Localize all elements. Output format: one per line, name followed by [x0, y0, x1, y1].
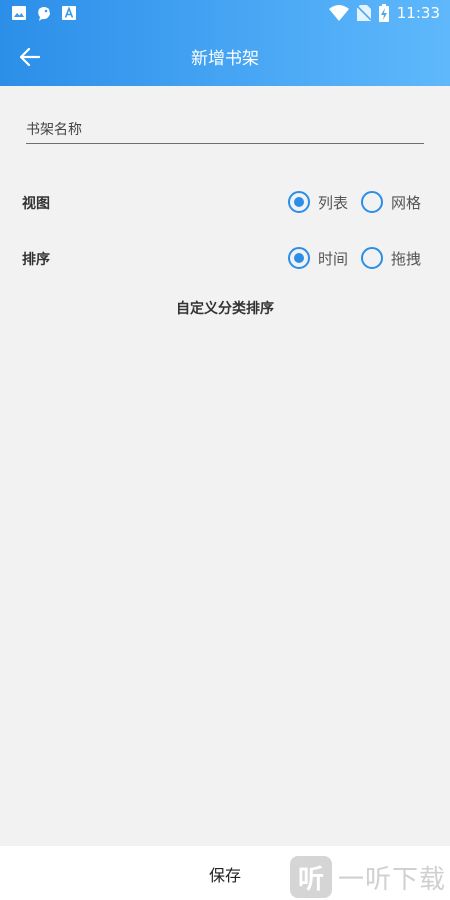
radio-unchecked-icon — [361, 191, 383, 213]
radio-label: 时间 — [318, 249, 349, 268]
custom-sort-button[interactable]: 自定义分类排序 — [0, 298, 450, 318]
status-bar: 11:33 — [0, 0, 450, 28]
watermark-logo: 听 — [290, 856, 332, 898]
wifi-icon — [328, 5, 349, 21]
sort-label: 排序 — [22, 252, 50, 268]
no-sim-icon — [356, 5, 371, 21]
header: 11:33 新增书架 — [0, 0, 450, 86]
status-right-icons: 11:33 — [328, 4, 440, 22]
battery-charging-icon — [378, 4, 389, 22]
radio-view-list[interactable]: 列表 — [288, 191, 348, 213]
view-row: 视图 列表 网格 — [0, 187, 450, 217]
watermark-text: 一听下载 — [338, 864, 447, 895]
cloud-bird-icon — [38, 7, 50, 21]
radio-checked-icon — [288, 191, 310, 213]
watermark: 听 一听下载 — [290, 856, 446, 898]
radio-view-grid[interactable]: 网格 — [361, 191, 421, 213]
status-time: 11:33 — [396, 4, 440, 22]
save-button[interactable]: 保存 — [150, 862, 300, 886]
shelf-name-input[interactable] — [26, 116, 424, 144]
page-title: 新增书架 — [191, 49, 259, 69]
radio-sort-drag[interactable]: 拖拽 — [361, 247, 421, 269]
radio-unchecked-icon — [361, 247, 383, 269]
radio-label: 网格 — [391, 193, 422, 212]
font-a-icon — [62, 6, 76, 20]
image-icon — [12, 6, 26, 20]
app-bar: 新增书架 — [0, 28, 450, 86]
radio-checked-icon — [288, 247, 310, 269]
status-left-icons — [12, 5, 76, 21]
radio-sort-time[interactable]: 时间 — [288, 247, 348, 269]
radio-label: 列表 — [318, 193, 349, 212]
view-label: 视图 — [22, 196, 50, 212]
sort-row: 排序 时间 拖拽 — [0, 243, 450, 273]
radio-label: 拖拽 — [391, 249, 422, 268]
